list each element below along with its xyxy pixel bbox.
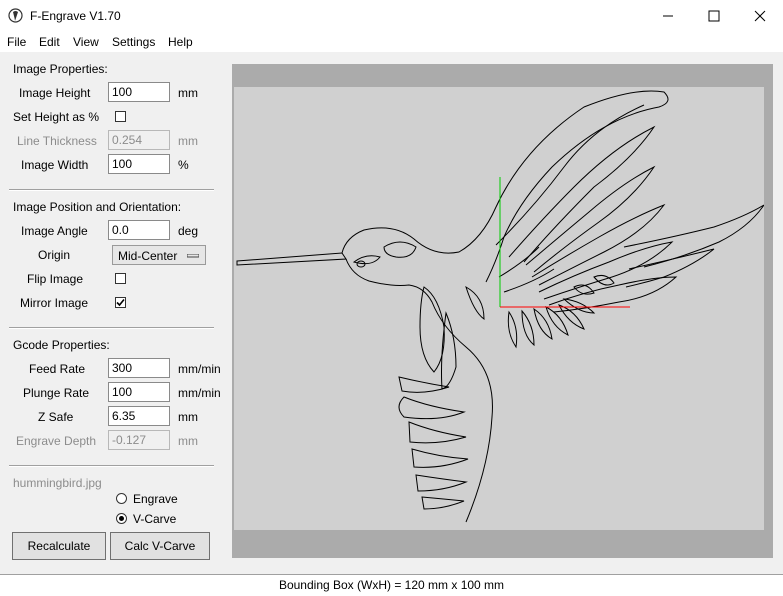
menu-help[interactable]: Help [168,35,193,49]
flip-image-label: Flip Image [27,272,84,286]
origin-value: Mid-Center [118,249,178,263]
menu-edit[interactable]: Edit [39,35,60,49]
plunge-rate-unit: mm/min [178,386,221,400]
z-safe-input[interactable]: 6.35 [108,406,170,426]
preview-area [234,87,765,530]
image-height-label: Image Height [19,86,91,100]
feed-rate-unit: mm/min [178,362,221,376]
set-height-pct-label: Set Height as % [13,110,100,124]
image-angle-unit: deg [178,224,199,238]
hummingbird-drawing [236,90,765,523]
mirror-image-checkbox[interactable] [115,297,126,308]
origin-dropdown[interactable]: Mid-Center [112,245,206,265]
flip-image-checkbox[interactable] [115,273,126,284]
status-bar: Bounding Box (WxH) = 120 mm x 100 mm [0,574,783,596]
image-width-unit: % [178,158,189,172]
image-width-label: Image Width [21,158,89,172]
plunge-rate-input[interactable]: 100 [108,382,170,402]
checkmark-icon [116,298,125,307]
preview-canvas[interactable] [232,64,773,558]
menu-file[interactable]: File [7,35,26,49]
image-angle-input[interactable]: 0.0 [108,220,170,240]
engrave-depth-label: Engrave Depth [16,434,97,448]
mirror-image-label: Mirror Image [20,296,89,310]
minimize-button[interactable] [645,0,691,32]
engrave-depth-input[interactable]: -0.127 [108,430,170,450]
feed-rate-label: Feed Rate [29,362,86,376]
feed-rate-input[interactable]: 300 [108,358,170,378]
minimize-icon [663,15,673,17]
image-width-input[interactable]: 100 [108,154,170,174]
menu-settings[interactable]: Settings [112,35,155,49]
line-thickness-unit: mm [178,134,198,148]
close-button[interactable] [737,0,783,32]
separator [9,465,214,467]
position-heading: Image Position and Orientation: [13,200,182,214]
gcode-heading: Gcode Properties: [13,338,110,352]
z-safe-unit: mm [178,410,198,424]
line-thickness-label: Line Thickness [17,134,97,148]
dropdown-indicator-icon [187,254,199,258]
separator [9,189,214,191]
radio-selected-dot [119,516,124,521]
separator [9,327,214,329]
image-angle-label: Image Angle [21,224,88,238]
engrave-radio-label[interactable]: Engrave [133,492,178,506]
image-height-input[interactable]: 100 [108,82,170,102]
line-thickness-input[interactable]: 0.254 [108,130,170,150]
set-height-pct-checkbox[interactable] [115,111,126,122]
maximize-button[interactable] [691,0,737,32]
title-bar: F-Engrave V1.70 [0,0,783,32]
plunge-rate-label: Plunge Rate [23,386,90,400]
origin-label: Origin [38,248,71,262]
z-safe-label: Z Safe [38,410,74,424]
engrave-depth-unit: mm [178,434,198,448]
vcarve-radio-label[interactable]: V-Carve [133,512,176,526]
recalculate-button[interactable]: Recalculate [12,532,106,560]
menu-view[interactable]: View [73,35,99,49]
close-icon [754,10,766,22]
engrave-radio[interactable] [116,493,127,504]
menu-bar: File Edit View Settings Help [0,32,783,52]
filename-label: hummingbird.jpg [13,476,102,490]
image-properties-heading: Image Properties: [13,62,108,76]
window-title: F-Engrave V1.70 [30,9,121,23]
image-height-unit: mm [178,86,198,100]
app-icon [8,8,23,23]
vcarve-radio[interactable] [116,513,127,524]
maximize-icon [708,10,720,22]
calc-vcarve-button[interactable]: Calc V-Carve [110,532,210,560]
